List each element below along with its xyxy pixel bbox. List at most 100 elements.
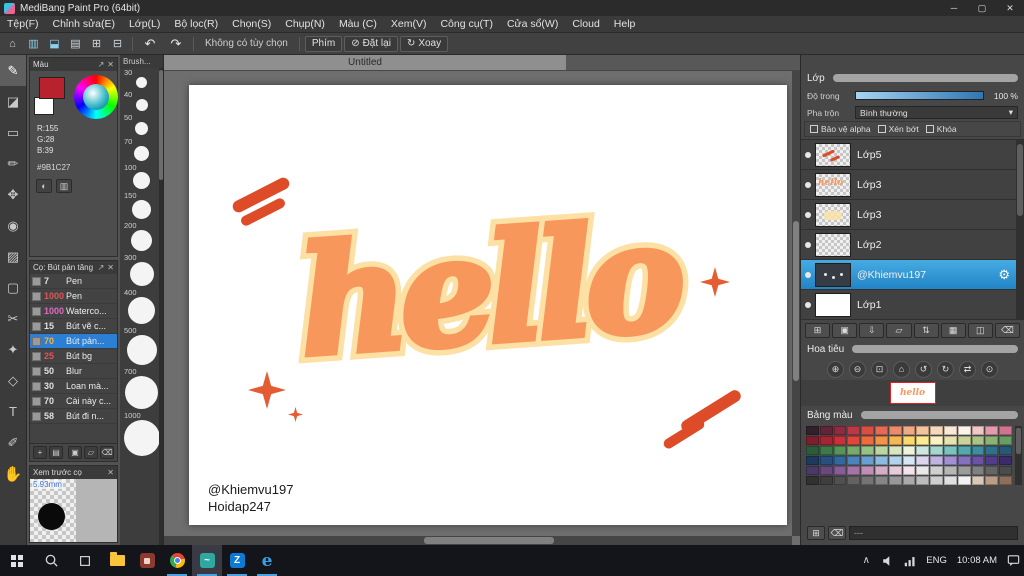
layer-row[interactable]: hello Lớp3 [801,170,1016,200]
visibility-dot-icon[interactable] [801,181,815,188]
background-color-swatch[interactable] [34,97,54,115]
vscrollbar-thumb[interactable] [793,221,799,381]
brush-size-option[interactable]: 70 [120,137,163,161]
brush-size-option[interactable]: 100 [120,163,163,189]
blend-mode-dropdown[interactable]: Bình thường ▾ [855,106,1018,119]
brush-folder-button[interactable]: ▱ [84,446,98,459]
taskbar-chrome[interactable] [162,545,192,576]
move-layer-button[interactable]: ⇅ [913,322,939,338]
clear-layer-button[interactable]: ◫ [967,322,993,338]
palette-swatch[interactable] [930,426,943,435]
close-icon[interactable]: ✕ [107,468,114,477]
palette-swatch[interactable] [819,466,833,475]
palette-swatch[interactable] [902,466,916,475]
popout-icon[interactable]: ↗ [98,263,105,272]
add-palette-color-button[interactable]: ⊞ [807,526,825,540]
text-tool[interactable]: T [0,396,26,427]
brush-item[interactable]: 50 Blur [30,364,117,379]
close-icon[interactable]: ✕ [107,263,114,272]
rotate-right-button[interactable]: ↻ [937,360,954,378]
palette-swatch[interactable] [930,476,943,485]
brush-size-option[interactable]: 1000 [120,411,163,456]
palette-swatch[interactable] [875,436,888,445]
palette-swatch[interactable] [875,426,888,435]
palette-swatch[interactable] [875,456,888,465]
redo-button[interactable]: ↷ [164,36,188,52]
palette-scrollbar[interactable] [1015,426,1022,485]
brush-item[interactable]: 1000 Pen [30,289,117,304]
brush-page-button[interactable]: ▣ [68,446,82,459]
brush-item[interactable]: 25 Bút bg [30,349,117,364]
palette-scrollbar-thumb[interactable] [1016,428,1021,454]
palette-swatch[interactable] [806,446,819,455]
magic-wand-tool[interactable]: ✦ [0,334,26,365]
brush-size-option[interactable]: 400 [120,288,163,324]
delete-brush-button[interactable]: ⌫ [100,446,114,459]
search-button[interactable] [34,545,68,576]
palette-swatch[interactable] [888,476,902,485]
palette-swatch[interactable] [944,436,957,445]
palette-swatch[interactable] [916,476,930,485]
palette-swatch[interactable] [999,446,1012,455]
clock[interactable]: 10:08 AM [952,555,1002,566]
palette-swatch[interactable] [806,436,819,445]
network-icon[interactable] [899,545,921,576]
panel-grip[interactable] [852,345,1018,353]
task-view-button[interactable] [68,545,102,576]
palette-swatch[interactable] [957,476,971,485]
palette-swatch[interactable] [930,466,943,475]
palette-swatch[interactable] [847,426,861,435]
eraser-tool[interactable]: ◪ [0,86,26,117]
open-panel-icon[interactable]: ▥ [24,35,43,52]
size-scrollbar-thumb[interactable] [159,70,163,180]
menu-chinh-sua[interactable]: Chỉnh sửa(E) [46,16,122,32]
opacity-slider[interactable] [855,91,984,100]
layer-scrollbar-thumb[interactable] [1017,144,1023,216]
phim-button[interactable]: Phím [304,35,343,52]
zoom-in-button[interactable]: ⊕ [827,360,844,378]
visibility-dot-icon[interactable] [801,211,815,218]
brush-size-option[interactable]: 40 [120,90,163,111]
flatten-button[interactable]: ▦ [940,322,966,338]
palette-swatch[interactable] [971,476,985,485]
palette-swatch[interactable] [930,436,943,445]
pen-tool[interactable]: ✏ [0,148,26,179]
palette-swatch[interactable] [902,436,916,445]
zoom-out-button[interactable]: ⊖ [849,360,866,378]
bucket-tool[interactable]: ◉ [0,210,26,241]
palette-name-field[interactable]: --- [849,526,1018,540]
palette-swatch[interactable] [916,446,930,455]
drawing-canvas[interactable]: hello hello @Khiemvu197 Hoidap247 [189,85,787,525]
palette-swatch[interactable] [902,476,916,485]
menu-cong-cu[interactable]: Công cụ(T) [433,16,500,32]
shape-tool[interactable]: ◇ [0,365,26,396]
palette-swatch[interactable] [944,456,957,465]
palette-swatch[interactable] [847,476,861,485]
palette-swatch[interactable] [819,456,833,465]
material-icon[interactable]: ⊟ [108,35,127,52]
palette-swatch[interactable] [819,446,833,455]
palette-swatch[interactable] [819,476,833,485]
gradient-tool[interactable]: ▨ [0,241,26,272]
new-document-icon[interactable]: ⌂ [3,35,22,52]
palette-swatch[interactable] [806,456,819,465]
palette-swatch[interactable] [875,476,888,485]
canvas-vscrollbar[interactable] [792,71,800,536]
menu-chup[interactable]: Chụp(N) [278,16,332,32]
reset-view-button[interactable]: ⊙ [981,360,998,378]
menu-chon[interactable]: Chọn(S) [225,16,278,32]
tray-chevron-up-icon[interactable]: ∧ [855,545,877,576]
palette-swatch[interactable] [833,456,847,465]
brush-size-option[interactable]: 300 [120,253,163,286]
palette-swatch[interactable] [888,426,902,435]
duplicate-layer-button[interactable]: ▣ [832,322,858,338]
palette-swatch[interactable] [944,466,957,475]
palette-swatch[interactable] [971,446,985,455]
palette-swatch[interactable] [985,456,999,465]
brush-size-option[interactable]: 700 [120,367,163,409]
move-tool[interactable]: ✥ [0,179,26,210]
taskbar-medibang[interactable]: ~ [192,545,222,576]
palette-swatch[interactable] [944,446,957,455]
palette-swatch[interactable] [861,456,874,465]
palette-swatch[interactable] [819,436,833,445]
